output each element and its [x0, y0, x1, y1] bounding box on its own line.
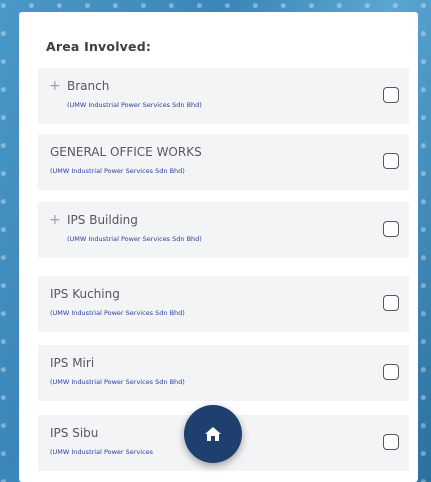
checkbox-unchecked-icon[interactable]	[383, 153, 399, 169]
checkbox-unchecked-icon[interactable]	[383, 434, 399, 450]
checkbox-unchecked-icon[interactable]	[383, 221, 399, 237]
section-title: Area Involved:	[46, 39, 152, 54]
plus-icon[interactable]: +	[49, 213, 61, 227]
list-item-general-office-works[interactable]: GENERAL OFFICE WORKS (UMW Industrial Pow…	[38, 134, 409, 190]
item-name: Branch	[67, 79, 110, 93]
item-name: GENERAL OFFICE WORKS	[50, 145, 202, 159]
checkbox-unchecked-icon[interactable]	[383, 364, 399, 380]
item-name: IPS Sibu	[50, 426, 99, 440]
item-company: (UMW Industrial Power Services Sdn Bhd)	[67, 101, 202, 109]
item-name: IPS Building	[67, 213, 138, 227]
item-name: IPS Miri	[50, 356, 95, 370]
plus-icon[interactable]: +	[49, 79, 61, 93]
checkbox-unchecked-icon[interactable]	[383, 87, 399, 103]
home-icon	[205, 427, 221, 441]
list-item-ips-miri[interactable]: IPS Miri (UMW Industrial Power Services …	[38, 345, 409, 401]
list-item-ips-building[interactable]: + IPS Building (UMW Industrial Power Ser…	[38, 202, 409, 258]
list-item-branch[interactable]: + Branch (UMW Industrial Power Services …	[38, 68, 409, 124]
item-company: (UMW Industrial Power Services Sdn Bhd)	[50, 167, 185, 175]
checkbox-unchecked-icon[interactable]	[383, 295, 399, 311]
item-company: (UMW Industrial Power Services Sdn Bhd)	[67, 235, 202, 243]
item-company: (UMW Industrial Power Services Sdn Bhd)	[50, 309, 185, 317]
item-name: IPS Kuching	[50, 287, 120, 301]
list-item-ips-kuching[interactable]: IPS Kuching (UMW Industrial Power Servic…	[38, 276, 409, 332]
home-button[interactable]	[184, 405, 242, 463]
item-company: (UMW Industrial Power Services Sdn Bhd)	[50, 378, 185, 386]
item-company: (UMW Industrial Power Services	[50, 448, 154, 456]
